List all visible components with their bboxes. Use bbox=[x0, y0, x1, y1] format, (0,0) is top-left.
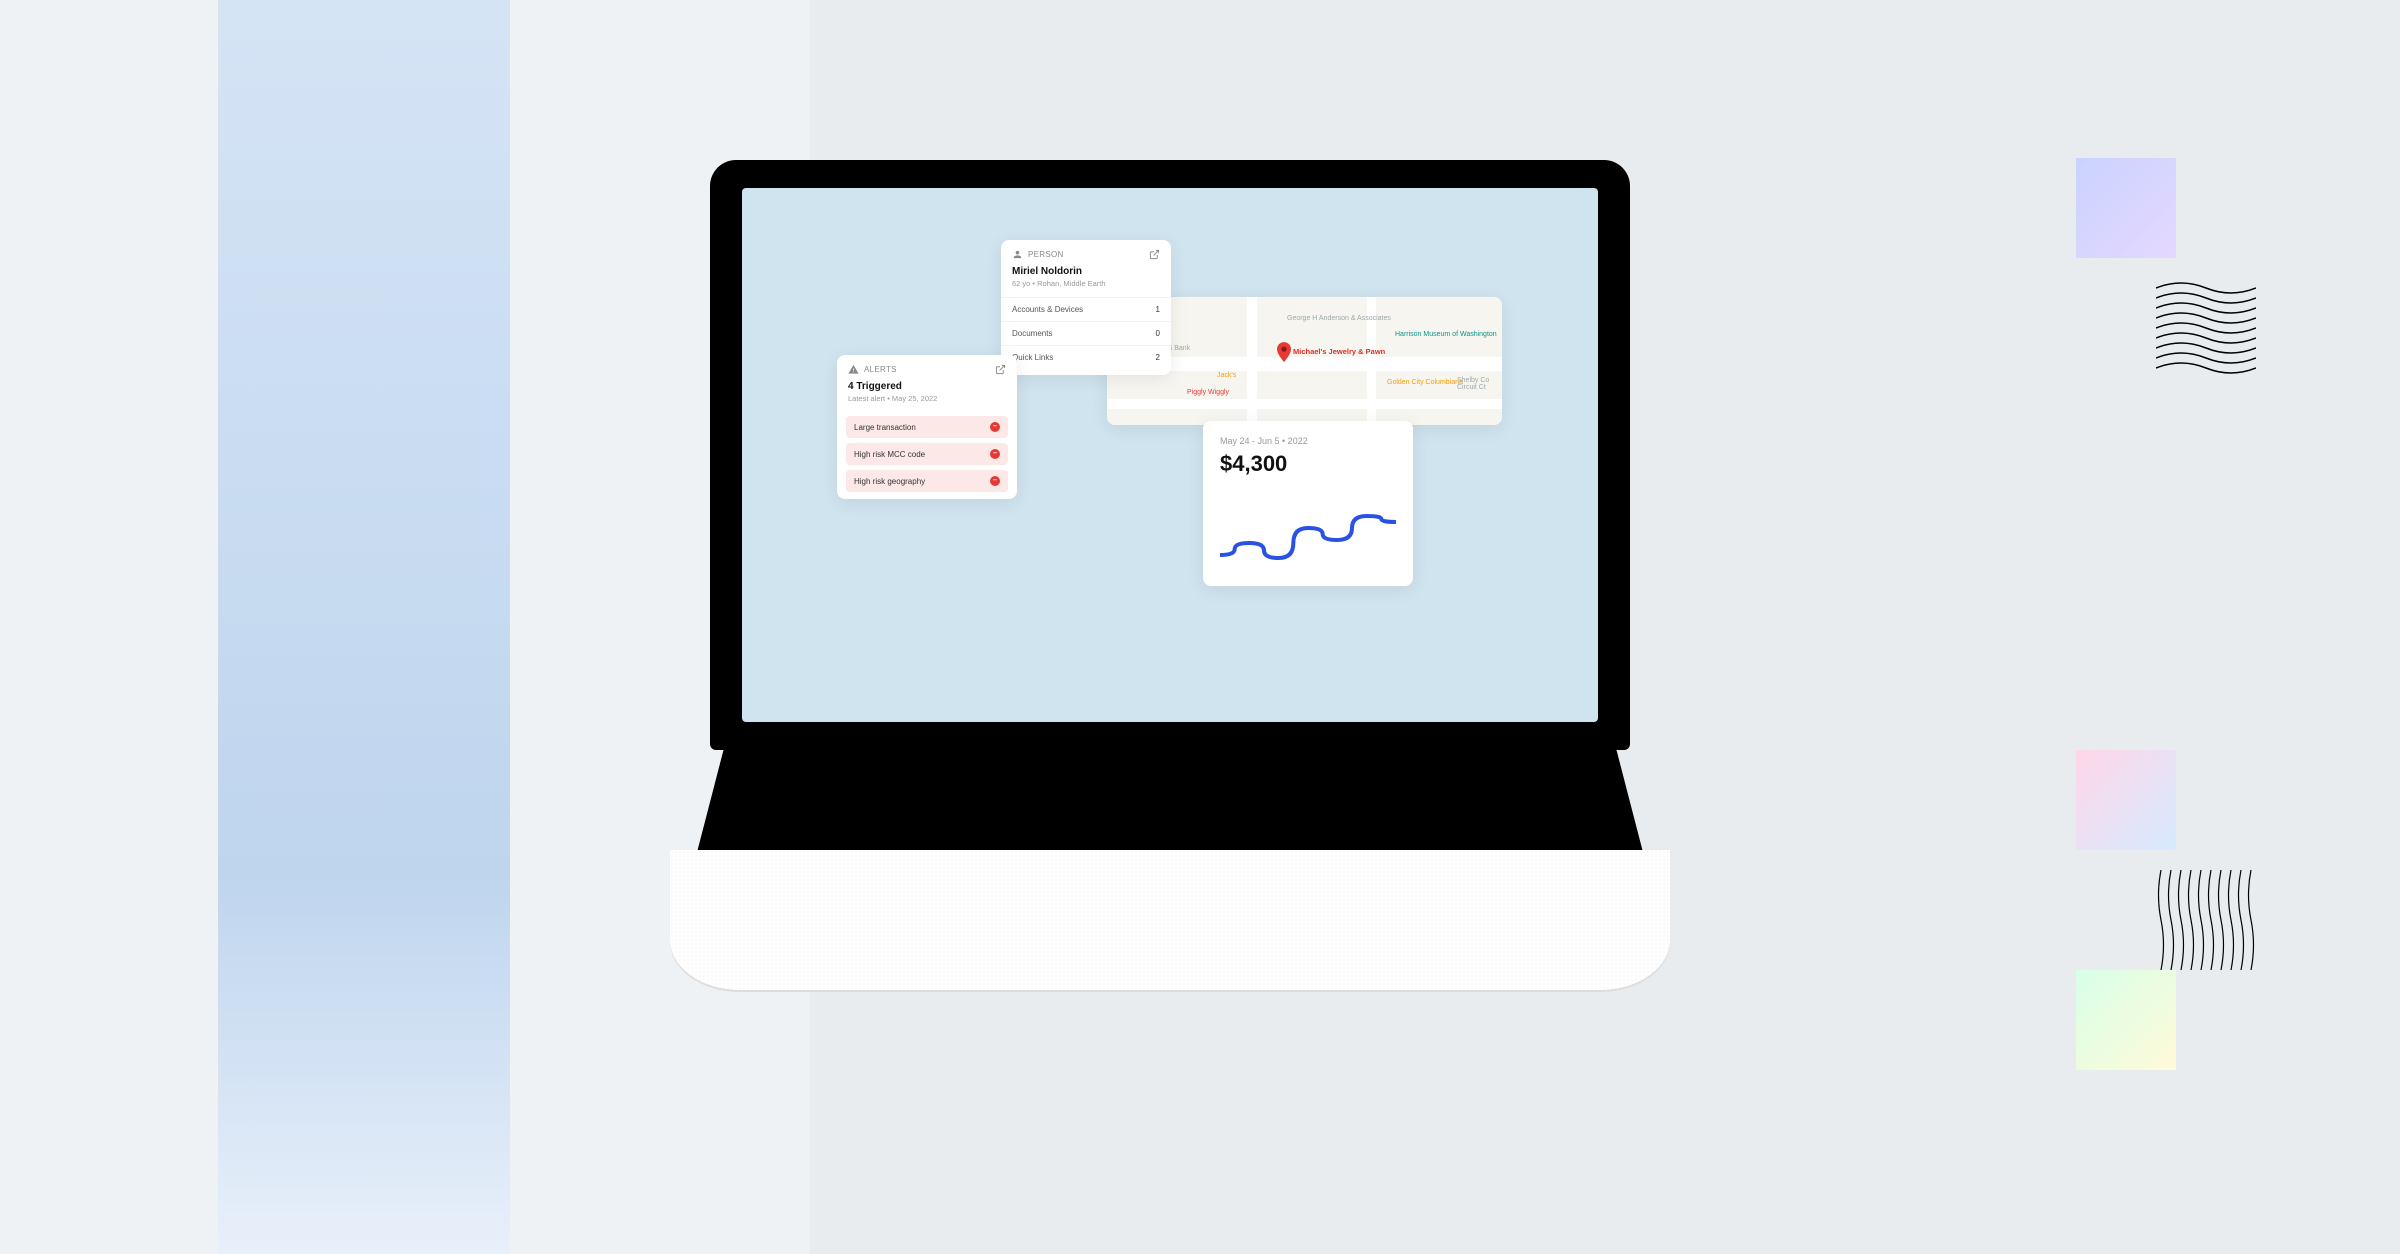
laptop-base bbox=[670, 750, 1670, 1050]
map-road bbox=[1107, 399, 1502, 409]
decorative-square-gradient-1 bbox=[2076, 158, 2176, 258]
alerts-sub: Latest alert • May 25, 2022 bbox=[848, 394, 1006, 403]
person-card[interactable]: PERSON Miriel Noldorin 62 yo • Rohan, Mi… bbox=[1001, 240, 1171, 375]
alert-row[interactable]: Large transaction – bbox=[846, 416, 1008, 438]
map-poi-label: Piggly Wiggly bbox=[1187, 389, 1229, 396]
laptop-bezel: George H Anderson & AssociatesFirst US B… bbox=[710, 160, 1630, 750]
map-pin-label: Michael's Jewelry & Pawn bbox=[1293, 347, 1385, 356]
map-pin-icon bbox=[1277, 342, 1291, 367]
laptop-illustration: George H Anderson & AssociatesFirst US B… bbox=[670, 160, 1670, 1050]
map-poi-label: George H Anderson & Associates bbox=[1287, 315, 1391, 322]
alerts-label: ALERTS bbox=[864, 365, 897, 374]
stat-label: Accounts & Devices bbox=[1012, 305, 1083, 314]
alert-badge-icon: – bbox=[990, 476, 1000, 486]
alert-row[interactable]: High risk geography – bbox=[846, 470, 1008, 492]
alert-text: High risk geography bbox=[854, 477, 925, 486]
alert-badge-icon: – bbox=[990, 449, 1000, 459]
stat-value: 1 bbox=[1156, 305, 1160, 314]
stat-label: Quick Links bbox=[1012, 353, 1053, 362]
chart-amount: $4,300 bbox=[1220, 451, 1396, 477]
person-sub: 62 yo • Rohan, Middle Earth bbox=[1012, 279, 1160, 288]
person-stat-row[interactable]: Documents 0 bbox=[1001, 321, 1171, 345]
laptop-palmrest bbox=[670, 850, 1670, 990]
person-name: Miriel Noldorin bbox=[1012, 266, 1160, 277]
decorative-square-gradient-2 bbox=[2076, 750, 2176, 850]
background-gradient-stripe bbox=[218, 0, 510, 1254]
person-stat-row[interactable]: Quick Links 2 bbox=[1001, 345, 1171, 369]
alert-row[interactable]: High risk MCC code – bbox=[846, 443, 1008, 465]
stat-label: Documents bbox=[1012, 329, 1052, 338]
map-road bbox=[1247, 297, 1257, 425]
alert-text: Large transaction bbox=[854, 423, 916, 432]
decorative-square-gradient-3 bbox=[2076, 970, 2176, 1070]
decorative-square-wave-1 bbox=[2156, 278, 2256, 378]
decorative-square-wave-2 bbox=[2156, 870, 2256, 970]
person-label: PERSON bbox=[1028, 250, 1064, 259]
laptop-keyboard bbox=[695, 750, 1645, 860]
map-poi-label: Harrison Museum of Washington bbox=[1395, 331, 1497, 338]
person-stat-row[interactable]: Accounts & Devices 1 bbox=[1001, 297, 1171, 321]
stat-value: 0 bbox=[1156, 329, 1160, 338]
alert-text: High risk MCC code bbox=[854, 450, 925, 459]
external-link-icon[interactable] bbox=[995, 364, 1006, 375]
laptop-screen: George H Anderson & AssociatesFirst US B… bbox=[742, 188, 1598, 722]
alerts-title: 4 Triggered bbox=[848, 381, 1006, 392]
chart-date-range: May 24 - Jun 5 • 2022 bbox=[1220, 436, 1396, 446]
alerts-card[interactable]: ALERTS 4 Triggered Latest alert • May 25… bbox=[837, 355, 1017, 499]
stat-value: 2 bbox=[1156, 353, 1160, 362]
person-icon bbox=[1012, 249, 1023, 260]
chart-line bbox=[1220, 491, 1396, 571]
alert-icon bbox=[848, 364, 859, 375]
alert-badge-icon: – bbox=[990, 422, 1000, 432]
map-poi-label: Jack's bbox=[1217, 372, 1236, 379]
chart-card[interactable]: May 24 - Jun 5 • 2022 $4,300 bbox=[1203, 421, 1413, 586]
map-poi-label: Shelby Co Circuit Ct bbox=[1457, 377, 1502, 391]
external-link-icon[interactable] bbox=[1149, 249, 1160, 260]
map-poi-label: Golden City Columbiana bbox=[1387, 379, 1463, 386]
